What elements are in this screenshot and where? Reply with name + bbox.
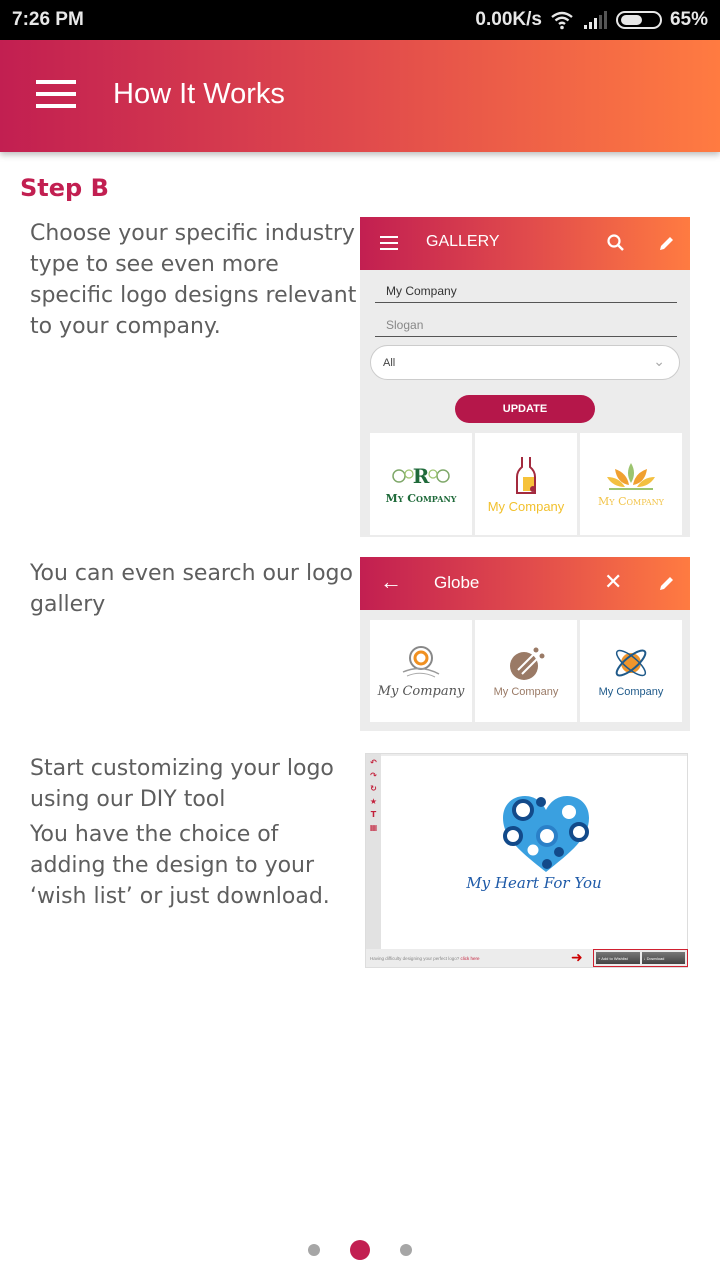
diy-help-link: click here [460, 956, 480, 961]
add-to-wishlist-button: + Add to Wishlist [596, 952, 640, 964]
back-arrow-icon: ← [380, 569, 402, 594]
refresh-icon: ↻ [370, 784, 377, 793]
heart-logo-icon [503, 796, 589, 872]
logo-label: My Company [487, 498, 565, 514]
logo-text: My Company [599, 686, 664, 698]
pencil-icon [660, 577, 673, 590]
logo-label: My Company [493, 686, 559, 698]
logo-label: My Company [598, 686, 664, 698]
page-title: How It Works [113, 78, 285, 110]
battery-percent: 65% [669, 9, 708, 30]
status-time: 7:26 PM [12, 9, 84, 30]
status-indicators: 0.00K/s 65% [475, 9, 708, 31]
redo-icon: ↷ [370, 771, 377, 780]
shape-icon: ★ [369, 797, 378, 806]
logo-text: My Company [488, 499, 565, 514]
industry-select: All ⌄ [370, 345, 680, 380]
menu-icon [380, 236, 398, 254]
download-button: ↓ Download [641, 952, 685, 964]
app-bar: How It Works [0, 40, 720, 152]
orbit-globe-logo-icon [615, 649, 647, 677]
gallery-app-bar: GALLERY [360, 217, 690, 270]
logo-text: My Company [386, 492, 457, 505]
search-query: Globe [434, 573, 480, 592]
logo-label: My Company [598, 494, 664, 508]
logo-card: My Company [580, 433, 682, 535]
slogan-field: Slogan [375, 318, 677, 337]
logo-text: My Company [598, 495, 664, 508]
floral-r-logo-icon: R [392, 464, 450, 488]
lotus-logo-icon [607, 462, 655, 490]
network-speed: 0.00K/s [475, 9, 542, 30]
close-icon: ✕ [604, 569, 623, 594]
section-3-description: Start customizing your logo using our DI… [30, 753, 360, 912]
tech-globe-logo-icon [510, 647, 545, 680]
industry-select-value: All [383, 357, 396, 369]
logo-label: My Company [385, 491, 457, 505]
page-dot[interactable] [350, 1240, 370, 1260]
search-screenshot: ← Globe ✕ My Company My Company My Compa… [360, 557, 690, 731]
search-app-bar: ← Globe ✕ [360, 557, 690, 610]
logo-card: My Company [475, 433, 577, 535]
gallery-logo-row: R My Company My Company My Company [370, 433, 682, 535]
logo-card: My Company [580, 620, 682, 722]
grid-icon: ▦ [369, 823, 378, 832]
logo-text: My Company [494, 686, 559, 698]
section-3-paragraph-1: Start customizing your logo using our DI… [30, 756, 334, 812]
company-name-field: My Company [375, 284, 677, 303]
arrow-right-icon: ➜ [571, 950, 583, 966]
text-icon: T [370, 810, 377, 819]
diy-help-text: Having difficulty designing your perfect… [370, 956, 460, 961]
svg-text:R: R [413, 464, 430, 488]
diy-canvas: My Heart For You [381, 756, 687, 949]
step-title: Step B [20, 174, 109, 202]
page-indicator [0, 1240, 720, 1260]
update-button: UPDATE [455, 395, 595, 423]
diy-tool-screenshot: ↶ ↷ ↻ ★ T ▦ My Heart For You Having diff… [365, 753, 688, 968]
logo-label: My Company [377, 683, 465, 699]
page-dot[interactable] [400, 1244, 412, 1256]
menu-icon[interactable] [36, 80, 76, 110]
chevron-down-icon: ⌄ [653, 353, 665, 369]
search-logo-row: My Company My Company My Company [370, 620, 682, 722]
section-1-description: Choose your specific industry type to se… [30, 221, 357, 339]
undo-icon: ↶ [370, 758, 377, 767]
diy-logo-text: My Heart For You [466, 874, 602, 892]
bottle-logo-icon [516, 456, 536, 494]
wifi-icon [551, 11, 573, 30]
section-3-paragraph-2: You have the choice of adding the design… [30, 822, 330, 909]
logo-text: My Company [378, 684, 465, 699]
search-icon [607, 234, 624, 251]
page-dot[interactable] [308, 1244, 320, 1256]
status-bar: 7:26 PM 0.00K/s 65% [0, 0, 720, 40]
swirl-globe-logo-icon [402, 645, 440, 677]
logo-card: R My Company [370, 433, 472, 535]
signal-icon [583, 11, 607, 29]
pencil-icon [660, 237, 673, 250]
gallery-screenshot: GALLERY My Company Slogan All ⌄ UPDATE R… [360, 217, 690, 537]
battery-icon [615, 11, 662, 29]
diy-toolbar: ↶ ↷ ↻ ★ T ▦ [366, 754, 381, 949]
section-2-description: You can even search our logo gallery [30, 561, 353, 617]
logo-card: My Company [370, 620, 472, 722]
gallery-title: GALLERY [426, 233, 500, 250]
diy-action-buttons: + Add to Wishlist ↓ Download [593, 949, 688, 967]
logo-card: My Company [475, 620, 577, 722]
